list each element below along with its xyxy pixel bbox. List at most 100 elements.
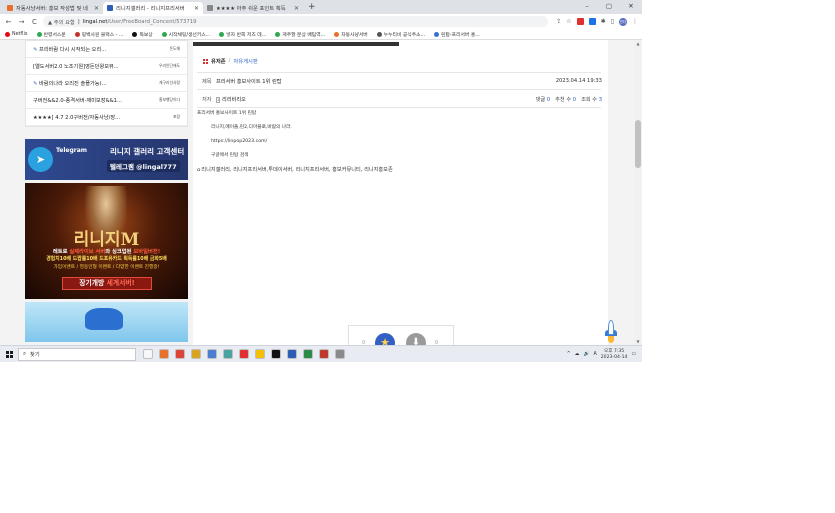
- recommend-count: 추천 수 0: [555, 97, 577, 103]
- taskbar-app-icon[interactable]: [255, 349, 265, 359]
- taskbar-app-icon[interactable]: [287, 349, 297, 359]
- bookmark-item[interactable]: 시작채팅/생선키스...: [161, 31, 210, 38]
- tab-close-icon[interactable]: ✕: [294, 5, 299, 12]
- bookmark-item[interactable]: Netflix: [5, 31, 28, 37]
- extension-red-icon[interactable]: [576, 18, 584, 25]
- taskbar-app-icon[interactable]: [175, 349, 185, 359]
- third-banner[interactable]: [25, 302, 188, 342]
- reload-button[interactable]: C: [30, 18, 39, 26]
- telegram-handle: 텔레그램 @lingal777: [107, 160, 180, 172]
- taskbar-app-icon[interactable]: [319, 349, 329, 359]
- bookmark-item[interactable]: 게주할 분상 배팀역...: [275, 31, 325, 38]
- tab-0[interactable]: 자동사냥서버: 홍보 작성법 및 네 ✕: [3, 2, 103, 14]
- bookmark-item[interactable]: 린탑-프리서버 홍...: [434, 31, 480, 38]
- banner-line-3: 가입이벤트 / 영웅인형 이벤트 / 다양한 이벤트 진행중!: [53, 265, 160, 270]
- bookmark-label: 게주할 분상 배팀역...: [282, 32, 326, 38]
- close-window-button[interactable]: ✕: [620, 0, 642, 14]
- scroll-top-rocket-icon[interactable]: [605, 320, 617, 344]
- system-clock[interactable]: 오후 7:35 2023-04-14: [601, 349, 628, 359]
- promo-list-item[interactable]: 구버전&&2.0-종격서버-재미보장&&1... 홍보행당이다: [26, 92, 187, 109]
- bookmark-favicon-icon: [219, 31, 225, 37]
- back-button[interactable]: ←: [4, 18, 13, 26]
- sidebar-icon[interactable]: ▯: [611, 18, 614, 25]
- promo-list-item[interactable]: [엘도서버2.0 노조기원]영돈던왕보뷰... 우리인단에도: [26, 58, 187, 75]
- profile-avatar[interactable]: 인다: [619, 17, 627, 26]
- taskbar-app-icon[interactable]: [159, 349, 169, 359]
- bookmark-item[interactable]: 누누티비 공식주소...: [376, 31, 425, 38]
- promo-badge: 포랑: [173, 114, 180, 119]
- url-host: lingal.net: [82, 18, 108, 25]
- banner-open-button[interactable]: 장기개방 세계서버!: [62, 277, 152, 290]
- minimize-button[interactable]: –: [576, 0, 598, 14]
- promo-list-item[interactable]: ✎ 프리바람 다시 시작되는 오리... 돈도해: [26, 41, 187, 58]
- new-tab-button[interactable]: +: [303, 2, 321, 12]
- extensions-puzzle-icon[interactable]: ✱: [601, 18, 606, 25]
- extension-shield-icon[interactable]: [588, 18, 596, 25]
- promo-list-item[interactable]: ✎ 바람의나라 오리진 솔플가능(... 게구리선사람: [26, 75, 187, 92]
- start-button[interactable]: [0, 350, 18, 358]
- tray-cloud-icon[interactable]: ☁: [575, 352, 580, 357]
- lineage-m-banner[interactable]: 리니지M 레트로 실제라이브 서버와 싱크업된 모바일버전! 경험치10배 드랍…: [25, 183, 188, 299]
- taskbar-app-icon[interactable]: [271, 349, 281, 359]
- bookmark-item[interactable]: 자동사냥서버: [334, 31, 368, 38]
- tray-chevron-icon[interactable]: ^: [567, 352, 571, 357]
- post-tags: ⌂ 리니지갤러리, 리니지프리서버,투데이서버, 리니지프리서버, 홍보커뮤니티,…: [197, 167, 393, 173]
- board-subcategory[interactable]: 자유게시판: [233, 57, 257, 65]
- address-bar[interactable]: ▲ 주의 요함 | lingal.net/User/FreeBoard_Conc…: [43, 16, 549, 27]
- post-author[interactable]: 리리비리오: [222, 96, 246, 103]
- author-info[interactable]: 1 리리비리오: [216, 96, 536, 103]
- board-breadcrumb: 유저존 / 자유게시판: [203, 57, 258, 65]
- tab-close-icon[interactable]: ✕: [194, 5, 199, 12]
- taskbar-app-icon[interactable]: [191, 349, 201, 359]
- forward-button[interactable]: →: [17, 18, 26, 26]
- maximize-button[interactable]: ▢: [598, 0, 620, 14]
- page-viewport: ✎ 프리바람 다시 시작되는 오리... 돈도해 [엘도서버2.0 노조기원]영돈던…: [0, 40, 642, 345]
- promo-list-item[interactable]: ★★★★[ 4.7 2.0구버전/자동사냥/장... 포랑: [26, 109, 187, 126]
- promo-title: 구버전&&2.0-종격서버-재미보장&&1...: [33, 97, 122, 104]
- taskbar-app-icon[interactable]: [303, 349, 313, 359]
- scrollbar-thumb[interactable]: [635, 120, 641, 168]
- menu-dots-icon[interactable]: ⋮: [632, 18, 638, 25]
- tab-1[interactable]: 리니지갤러리 - 리니지프리서버 ✕: [103, 2, 203, 14]
- tray-speaker-icon[interactable]: 🔊: [583, 352, 589, 357]
- tab-title: 자동사냥서버: 홍보 작성법 및 네: [16, 6, 88, 12]
- telegram-banner[interactable]: ➤ Telegram 리니지 갤러리 고객센터 텔레그램 @lingal777: [25, 139, 188, 180]
- downvote-arrow-icon[interactable]: ⬇: [406, 333, 426, 345]
- promo-badge: 우리인단에도: [159, 63, 180, 68]
- search-placeholder: 찾기: [29, 352, 40, 358]
- tab-close-icon[interactable]: ✕: [94, 5, 99, 12]
- taskbar-app-icon[interactable]: [239, 349, 249, 359]
- tab-2[interactable]: ★★★★ 아주 쉬운 포인트 획득 ✕: [203, 2, 303, 14]
- bookmark-favicon-icon: [74, 31, 80, 37]
- taskbar-app-icon[interactable]: [143, 349, 153, 359]
- toolbar-actions: ⇪ ☆ ✱ ▯ 인다 ⋮: [556, 17, 638, 26]
- bookmark-star-icon[interactable]: ☆: [566, 18, 571, 25]
- bookmark-favicon-icon: [5, 31, 10, 37]
- divider: [197, 72, 601, 73]
- bookmark-item[interactable]: 반령서스문: [36, 31, 66, 38]
- scroll-down-icon[interactable]: ▼: [634, 339, 642, 344]
- taskbar-app-icon[interactable]: [207, 349, 217, 359]
- page-scrollbar[interactable]: ▲ ▼: [634, 40, 642, 345]
- tab-title: ★★★★ 아주 쉬운 포인트 획득: [216, 6, 286, 12]
- recommend-star-icon[interactable]: ★: [375, 333, 395, 345]
- scroll-up-icon[interactable]: ▲: [634, 41, 642, 46]
- taskbar-app-icon[interactable]: [335, 349, 345, 359]
- body-link[interactable]: https://linpop2023.com/: [211, 139, 267, 145]
- post-stats: 댓글 0 추천 수 0 조회 수 3: [536, 96, 602, 103]
- tray-ime-icon[interactable]: A: [593, 352, 596, 357]
- board-category[interactable]: 유저존: [211, 57, 226, 65]
- taskbar-app-icon[interactable]: [223, 349, 233, 359]
- share-icon[interactable]: ⇪: [556, 18, 561, 25]
- tag-icon: ⌂: [197, 167, 201, 173]
- security-warning[interactable]: ▲ 주의 요함: [48, 18, 75, 26]
- bookmark-label: 반령서스문: [43, 32, 66, 38]
- notification-icon[interactable]: ▭: [631, 352, 636, 357]
- bookmark-item[interactable]: 독보상: [132, 31, 153, 38]
- bookmark-item[interactable]: 넣자 반쪽 저즈 데...: [219, 31, 266, 38]
- taskbar-search[interactable]: ⌕ 찾기: [18, 347, 136, 361]
- bookmark-item[interactable]: 핑백사원 블랙스 - ...: [74, 31, 123, 38]
- bookmark-favicon-icon: [334, 31, 340, 37]
- tab-strip: 자동사냥서버: 홍보 작성법 및 네 ✕ 리니지갤러리 - 리니지프리서버 ✕ …: [0, 0, 642, 14]
- tag-list[interactable]: 리니지갤러리, 리니지프리서버,투데이서버, 리니지프리서버, 홍보커뮤니티, …: [201, 167, 392, 173]
